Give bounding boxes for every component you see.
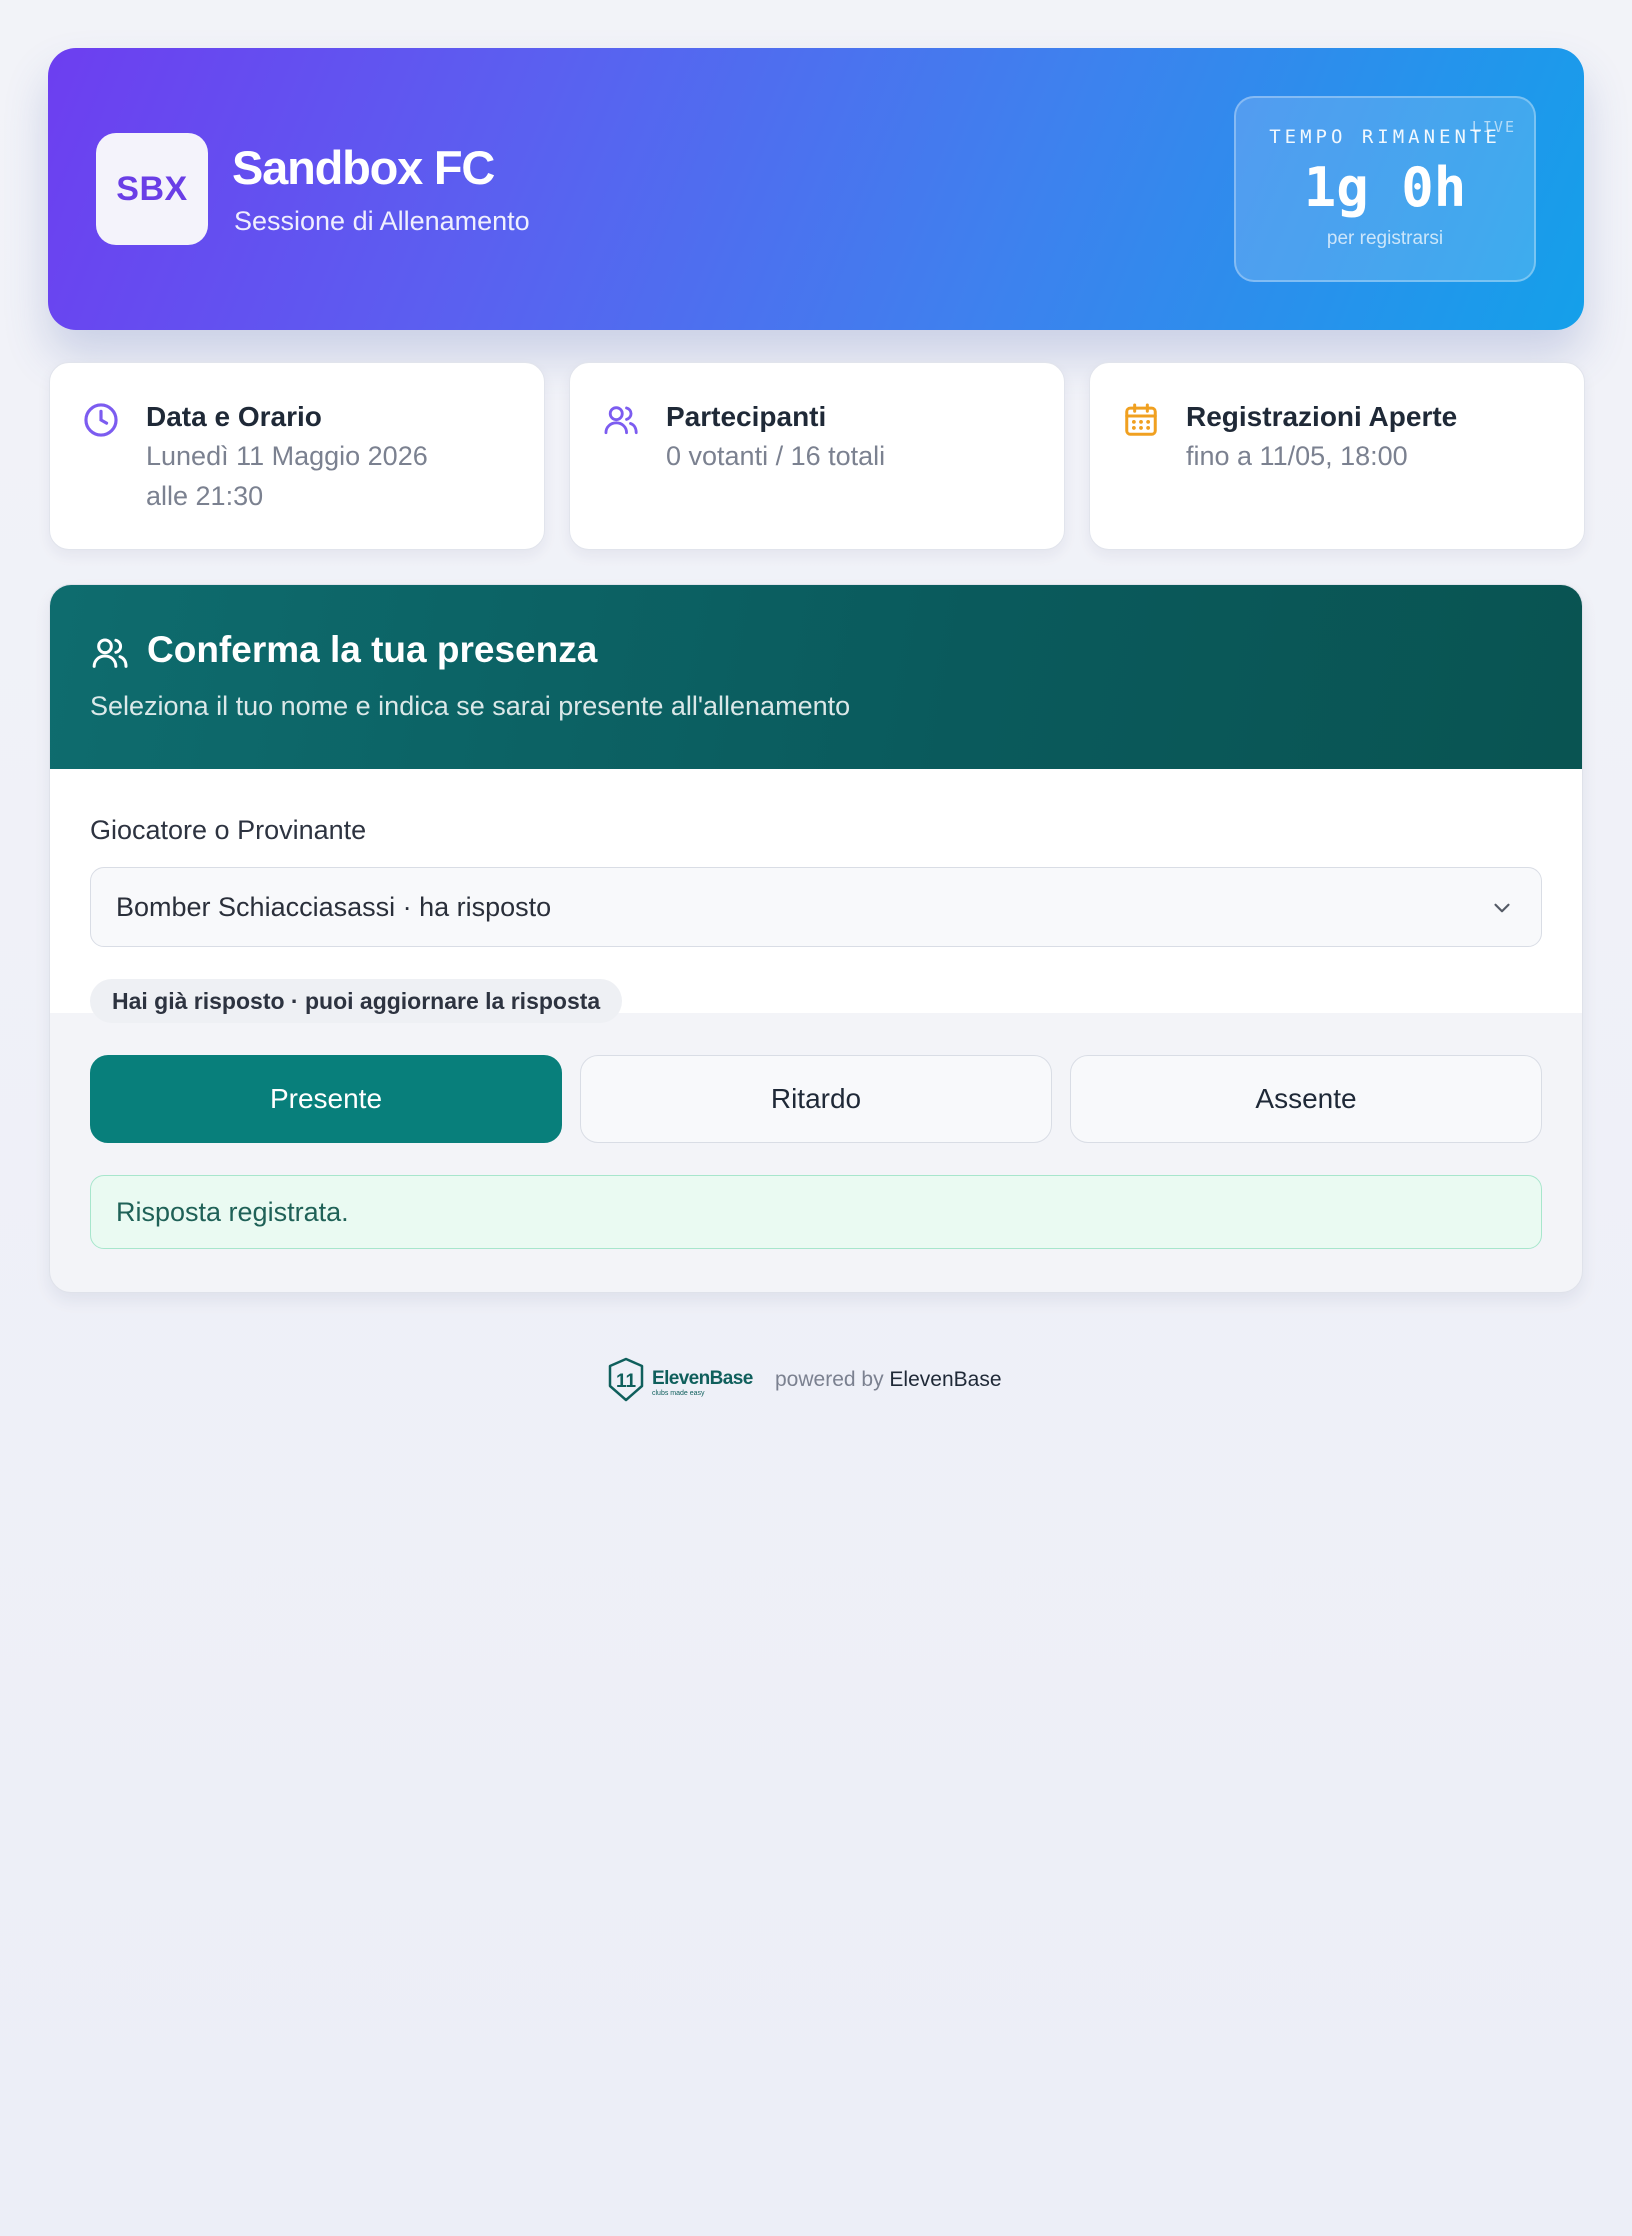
countdown-timer: TEMPO RIMANENTE LIVE 1g 0h per registrar… — [1234, 96, 1536, 282]
powered-by-brand: ElevenBase — [889, 1368, 1002, 1391]
player-select-value: Bomber Schiacciasassi · ha risposto — [116, 891, 552, 922]
info-card-date: Data e Orario Lunedì 11 Maggio 2026 alle… — [49, 362, 545, 550]
info-card-title: Data e Orario — [146, 401, 322, 432]
attendance-panel: Conferma la tua presenza Seleziona il tu… — [49, 584, 1583, 1293]
participants-count: 0 votanti / 16 totali — [666, 441, 886, 471]
users-icon — [92, 638, 128, 668]
powered-by-label: powered by — [775, 1368, 884, 1391]
powered-by: powered by ElevenBase — [775, 1368, 1002, 1392]
chevron-down-icon — [1494, 903, 1510, 913]
club-name: Sandbox FC — [232, 141, 495, 194]
attendance-panel-header: Conferma la tua presenza Seleziona il tu… — [50, 585, 1582, 769]
timer-value: 1g 0h — [1303, 156, 1467, 219]
present-button[interactable]: Presente — [90, 1055, 562, 1143]
attendance-title: Conferma la tua presenza — [147, 629, 598, 670]
club-header: SBX Sandbox FC Sessione di Allenamento T… — [48, 48, 1584, 330]
player-select[interactable]: Bomber Schiacciasassi · ha risposto — [90, 867, 1542, 947]
info-card-title: Registrazioni Aperte — [1186, 401, 1458, 432]
club-logo-badge: SBX — [96, 133, 208, 245]
users-icon — [604, 406, 638, 435]
late-button[interactable]: Ritardo — [580, 1055, 1052, 1143]
clock-icon — [84, 403, 118, 437]
absent-button[interactable]: Assente — [1070, 1055, 1542, 1143]
attendance-subtitle: Seleziona il tuo nome e indica se sarai … — [90, 691, 851, 721]
response-status-pill: Hai già risposto · puoi aggiornare la ri… — [90, 979, 623, 1023]
registration-deadline: fino a 11/05, 18:00 — [1186, 441, 1408, 471]
info-card-participants: Partecipanti 0 votanti / 16 totali — [569, 362, 1065, 550]
logo-tagline: clubs made easy — [652, 1390, 705, 1397]
live-badge: LIVE — [1471, 118, 1516, 136]
session-time: alle 21:30 — [146, 481, 264, 511]
logo-wordmark: ElevenBase — [652, 1368, 753, 1389]
success-message: Risposta registrata. — [90, 1175, 1542, 1249]
calendar-icon — [1125, 403, 1157, 436]
info-card-title: Partecipanti — [666, 401, 827, 432]
timer-subtitle: per registrarsi — [1326, 228, 1444, 249]
session-date: Lunedì 11 Maggio 2026 — [146, 441, 428, 471]
elevenbase-logo: 11 ElevenBase clubs made easy — [608, 1357, 753, 1402]
session-type: Sessione di Allenamento — [234, 206, 530, 236]
player-field-label: Giocatore o Provinante — [90, 815, 367, 845]
info-card-registrations: Registrazioni Aperte fino a 11/05, 18:00 — [1089, 362, 1585, 550]
svg-text:11: 11 — [616, 1371, 637, 1392]
